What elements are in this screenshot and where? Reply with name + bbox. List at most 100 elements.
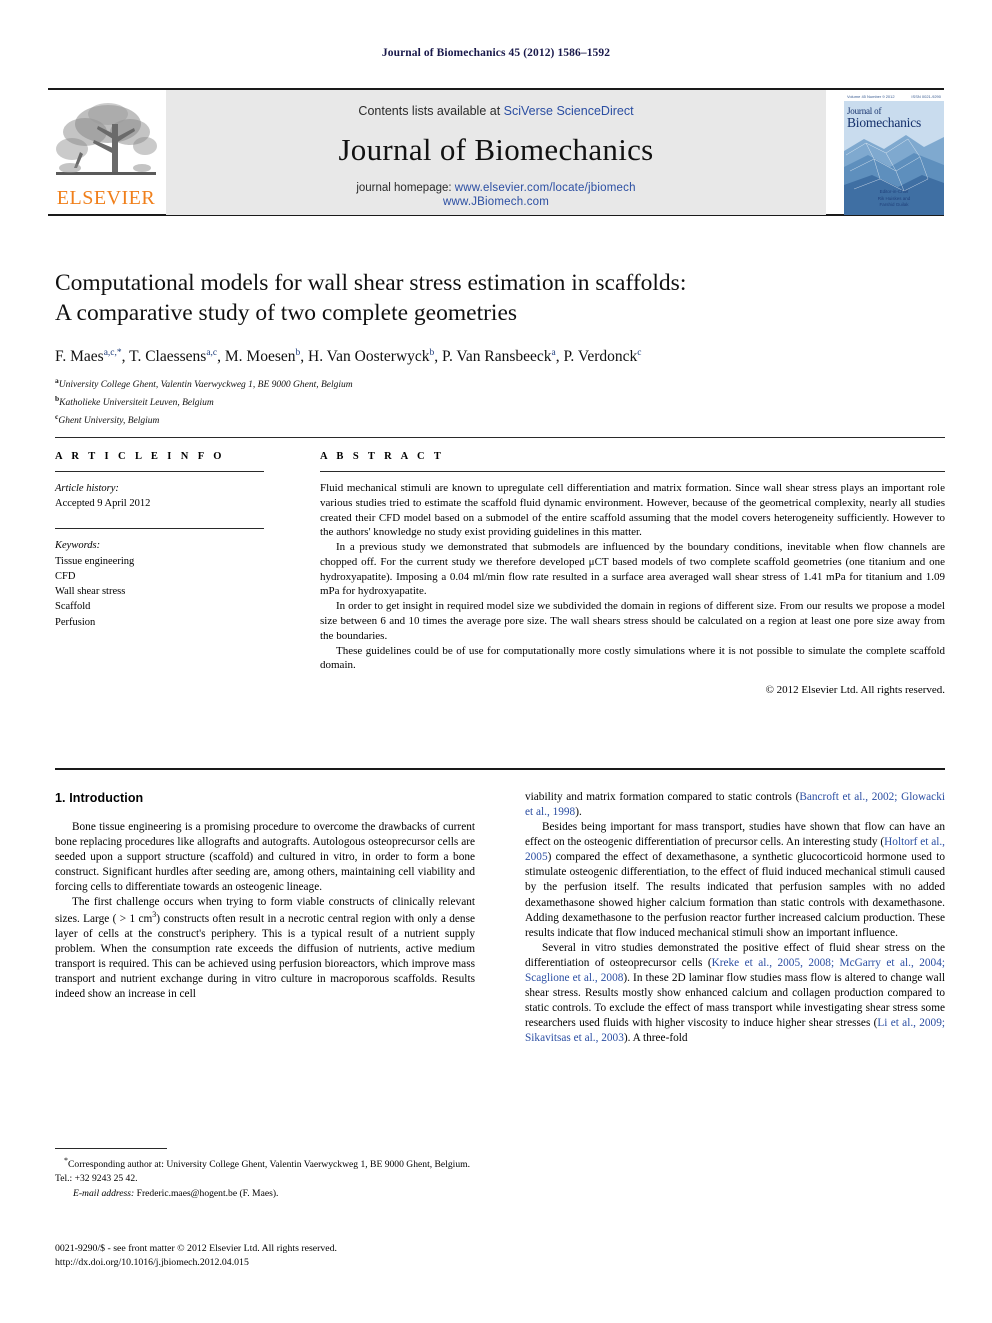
abstract-copyright: © 2012 Elsevier Ltd. All rights reserved… bbox=[765, 684, 945, 697]
author-item: H. Van Oosterwyckb bbox=[308, 348, 434, 365]
author-affil-mark: b bbox=[295, 348, 301, 359]
masthead-center-band: Contents lists available at SciVerse Sci… bbox=[166, 90, 826, 215]
info-abstract-band: A R T I C L E I N F O Article history: A… bbox=[55, 437, 945, 696]
article-info-column: A R T I C L E I N F O Article history: A… bbox=[55, 451, 308, 696]
journal-homepage-link-alt[interactable]: www.JBiomech.com bbox=[166, 195, 826, 209]
paragraph-part: ) constructs often result in a necrotic … bbox=[55, 912, 475, 1001]
author-affil-mark: a,c,* bbox=[103, 348, 122, 359]
journal-masthead: ELSEVIER Contents lists available at Sci… bbox=[48, 88, 944, 216]
sciencedirect-link[interactable]: SciVerse ScienceDirect bbox=[504, 104, 634, 118]
paragraph-part: ). bbox=[575, 806, 582, 819]
article-page: Journal of Biomechanics 45 (2012) 1586–1… bbox=[0, 0, 992, 1323]
abstract-paragraph: Fluid mechanical stimuli are known to up… bbox=[320, 482, 945, 539]
section-heading-introduction: 1. Introduction bbox=[55, 791, 144, 805]
contents-prefix: Contents lists available at bbox=[358, 104, 504, 118]
author-affil-mark: c bbox=[637, 348, 642, 359]
paragraph-part: Besides being important for mass transpo… bbox=[525, 821, 945, 849]
body-paragraph: Several in vitro studies demonstrated th… bbox=[525, 941, 945, 1047]
divider bbox=[320, 471, 945, 472]
journal-homepage-line: journal homepage: www.elsevier.com/locat… bbox=[166, 181, 826, 210]
affiliation-item: cGhent University, Belgium bbox=[55, 411, 945, 429]
keyword-item: Tissue engineering bbox=[55, 555, 135, 567]
keyword-item: Perfusion bbox=[55, 616, 96, 628]
body-paragraph: The first challenge occurs when trying t… bbox=[55, 895, 475, 1002]
homepage-prefix: journal homepage: bbox=[356, 182, 455, 194]
cover-editors: Editor-in-Chief Rik Huiskes and Farshid … bbox=[844, 189, 944, 209]
page-title: Computational models for wall shear stre… bbox=[55, 268, 945, 328]
cover-issn: ISSN 0021-9290 bbox=[911, 94, 941, 99]
cover-top-meta: Volume 45 Number 9 2012 ISSN 0021-9290 bbox=[847, 94, 941, 101]
affiliation-text: Ghent University, Belgium bbox=[58, 415, 160, 426]
author-list: F. Maesa,c,*, T. Claessensa,c, M. Moesen… bbox=[55, 348, 642, 366]
cover-volume: Volume 45 Number 9 2012 bbox=[847, 94, 895, 99]
body-column-right: viability and matrix formation compared … bbox=[525, 790, 945, 1210]
elsevier-logo: ELSEVIER bbox=[50, 94, 162, 212]
author-item: P. Van Ransbeecka bbox=[442, 348, 556, 365]
footnote-divider bbox=[55, 1148, 167, 1149]
article-history-value: Accepted 9 April 2012 bbox=[55, 498, 151, 510]
running-head: Journal of Biomechanics 45 (2012) 1586–1… bbox=[381, 47, 611, 59]
abstract-paragraph: These guidelines could be of use for com… bbox=[320, 644, 945, 672]
paragraph-part: ) compared the effect of dexamethasone, … bbox=[525, 851, 945, 939]
abstract-heading: A B S T R A C T bbox=[320, 451, 445, 462]
journal-cover-thumbnail: Volume 45 Number 9 2012 ISSN 0021-9290 J… bbox=[844, 91, 944, 215]
author-affil-mark: a,c bbox=[206, 348, 218, 359]
doi-link[interactable]: http://dx.doi.org/10.1016/j.jbiomech.201… bbox=[55, 1256, 555, 1270]
body-column-left: 1. Introduction Bone tissue engineering … bbox=[55, 790, 475, 1210]
title-line-1: Computational models for wall shear stre… bbox=[55, 270, 687, 296]
author-name: F. Maes bbox=[55, 348, 104, 366]
email-label: E-mail address: bbox=[73, 1188, 135, 1200]
keyword-item: Scaffold bbox=[55, 601, 91, 613]
cover-editor-1: Rik Huiskes and bbox=[877, 195, 911, 201]
body-paragraph: Bone tissue engineering is a promising p… bbox=[55, 820, 475, 893]
article-info-heading: A R T I C L E I N F O bbox=[55, 451, 225, 462]
keyword-item: CFD bbox=[55, 570, 76, 582]
body-columns: 1. Introduction Bone tissue engineering … bbox=[55, 790, 945, 1210]
footnote-block: *Corresponding author at: University Col… bbox=[55, 1148, 475, 1200]
keywords-label: Keywords: bbox=[55, 540, 101, 552]
affiliation-list: aUniversity College Ghent, Valentin Vaer… bbox=[55, 375, 945, 428]
author-name: T. Claessens bbox=[129, 348, 207, 366]
journal-title: Journal of Biomechanics bbox=[338, 132, 654, 167]
author-item: M. Moesenb bbox=[225, 348, 300, 365]
affiliation-item: aUniversity College Ghent, Valentin Vaer… bbox=[55, 375, 945, 393]
body-paragraph: viability and matrix formation compared … bbox=[525, 790, 945, 820]
affiliation-item: bKatholieke Universiteit Leuven, Belgium bbox=[55, 393, 945, 411]
title-line-2: A comparative study of two complete geom… bbox=[55, 300, 518, 327]
elsevier-tree-icon bbox=[56, 103, 157, 175]
cover-title: Journal of Biomechanics bbox=[847, 107, 944, 130]
elsevier-wordmark: ELSEVIER bbox=[56, 187, 156, 209]
author-name: M. Moesen bbox=[224, 348, 296, 366]
author-item: P. Verdonckc bbox=[564, 348, 642, 365]
imprint-block: 0021-9290/$ - see front matter © 2012 El… bbox=[55, 1242, 555, 1271]
abstract-paragraph: In order to get insight in required mode… bbox=[320, 600, 945, 642]
author-affil-mark: b bbox=[429, 348, 435, 359]
divider bbox=[55, 528, 264, 530]
author-name: P. Verdonck bbox=[563, 348, 638, 366]
author-item: F. Maesa,c,* bbox=[55, 348, 122, 365]
author-name: H. Van Oosterwyck bbox=[308, 348, 430, 366]
contents-available-line: Contents lists available at SciVerse Sci… bbox=[166, 104, 826, 118]
title-block: Computational models for wall shear stre… bbox=[55, 268, 945, 428]
body-paragraph: Besides being important for mass transpo… bbox=[525, 820, 945, 941]
keywords-list: Tissue engineering CFD Wall shear stress… bbox=[55, 554, 308, 630]
divider bbox=[55, 471, 264, 472]
journal-homepage-link[interactable]: www.elsevier.com/locate/jbiomech bbox=[455, 182, 636, 194]
affiliation-text: University College Ghent, Valentin Vaerw… bbox=[58, 380, 353, 391]
cover-editor-2: Farshid Guilak bbox=[879, 202, 909, 208]
cover-title-line2: Biomechanics bbox=[847, 115, 922, 130]
cover-editor-label: Editor-in-Chief bbox=[879, 188, 909, 194]
abstract-column: A B S T R A C T Fluid mechanical stimuli… bbox=[320, 451, 945, 696]
email-address[interactable]: Frederic.maes@hogent.be (F. Maes). bbox=[137, 1188, 279, 1199]
author-item: T. Claessensa,c bbox=[129, 348, 217, 365]
abstract-paragraph: In a previous study we demonstrated that… bbox=[320, 541, 945, 598]
email-note: E-mail address: Frederic.maes@hogent.be … bbox=[55, 1187, 475, 1200]
corresponding-author-text: Corresponding author at: University Coll… bbox=[55, 1159, 470, 1184]
author-name: P. Van Ransbeeck bbox=[442, 348, 552, 366]
affiliation-text: Katholieke Universiteit Leuven, Belgium bbox=[59, 398, 214, 409]
paragraph-part: ). A three-fold bbox=[623, 1032, 688, 1045]
corresponding-author-note: *Corresponding author at: University Col… bbox=[55, 1155, 475, 1185]
divider bbox=[55, 768, 945, 770]
article-history-label: Article history: bbox=[55, 483, 119, 494]
